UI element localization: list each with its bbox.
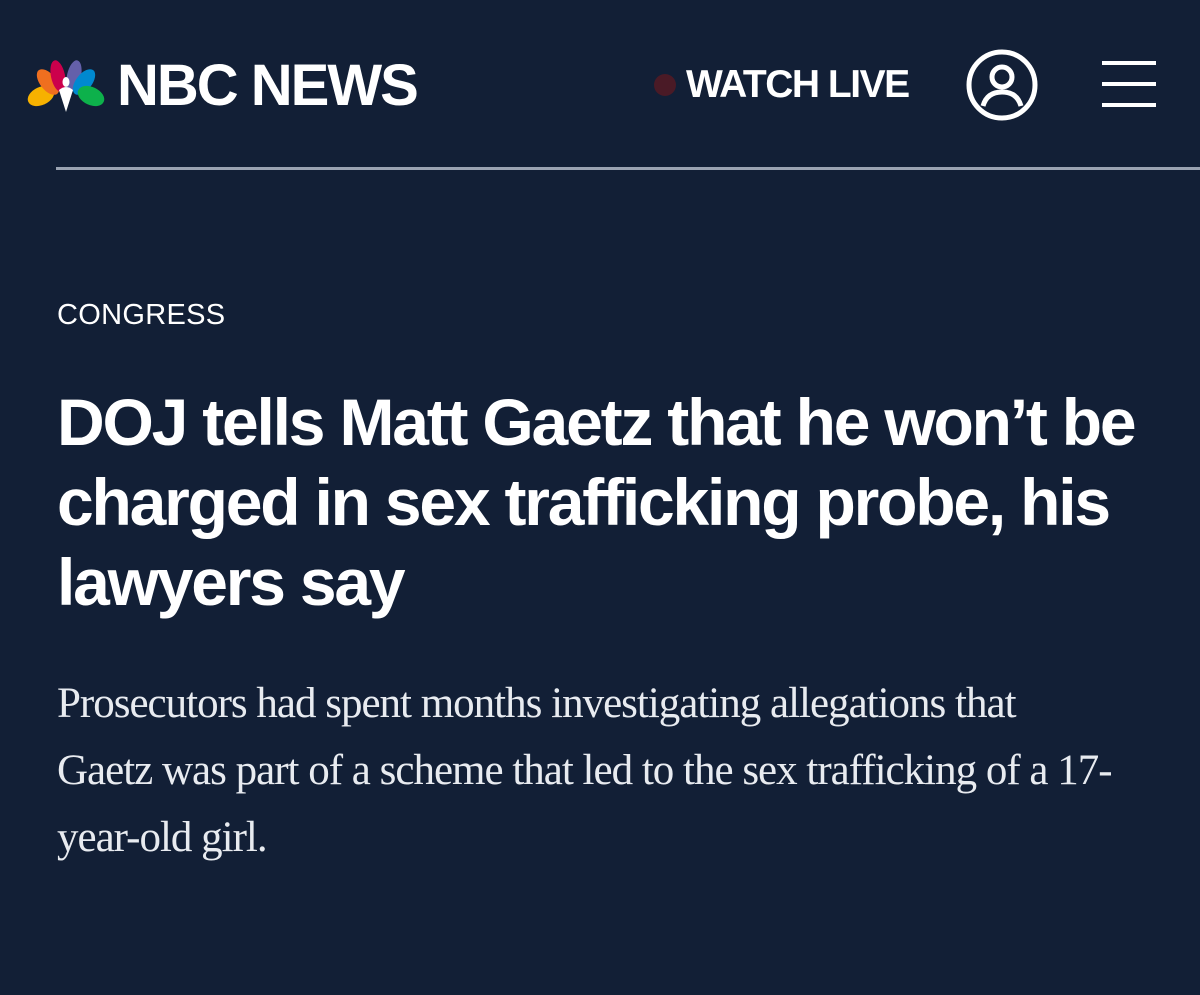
watch-live-label: WATCH LIVE [686, 63, 910, 106]
section-label[interactable]: CONGRESS [57, 297, 225, 333]
live-dot-icon [654, 74, 676, 96]
hamburger-menu-icon [1102, 61, 1156, 107]
article-headline: DOJ tells Matt Gaetz that he won’t be ch… [57, 385, 1137, 619]
watch-live-button[interactable]: WATCH LIVE [654, 62, 910, 108]
header-divider [56, 167, 1200, 170]
brand-wordmark: NBC NEWS [117, 53, 419, 118]
site-header: NBC NEWS WATCH LIVE [0, 0, 1200, 170]
peacock-icon [27, 60, 105, 112]
nbc-news-logo[interactable]: NBC NEWS [27, 53, 419, 118]
account-button[interactable] [965, 48, 1039, 122]
user-circle-icon [966, 49, 1038, 121]
article-dek: Prosecutors had spent months investigati… [57, 680, 1113, 861]
menu-button[interactable] [1100, 58, 1158, 110]
